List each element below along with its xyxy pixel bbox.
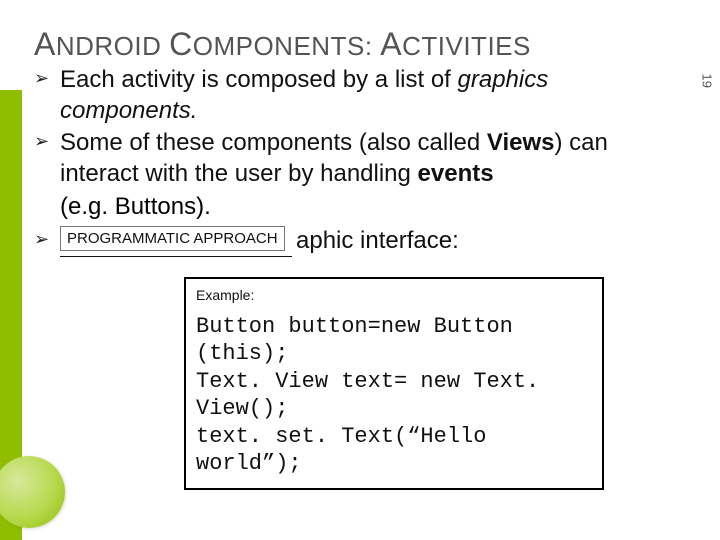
text: Some of these components (also called bbox=[60, 129, 487, 156]
slide-content: ANDROID COMPONENTS: ACTIVITIES Each acti… bbox=[34, 26, 700, 540]
slide-title: ANDROID COMPONENTS: ACTIVITIES bbox=[34, 26, 700, 63]
bullet-item: Each activity is composed by a list of g… bbox=[34, 65, 692, 126]
page-number: 19 bbox=[699, 74, 714, 88]
text: aphic interface: bbox=[296, 227, 459, 254]
text: Each activity is composed by a list of bbox=[60, 66, 458, 93]
approach-badge: PROGRAMMATIC APPROACH bbox=[60, 226, 285, 251]
bullet-item: Some of these components (also called Vi… bbox=[34, 128, 692, 189]
bullet-list: PROGRAMMATIC APPROACH aphic interface: bbox=[34, 226, 700, 257]
bullet-item: PROGRAMMATIC APPROACH aphic interface: bbox=[34, 226, 692, 257]
code-block: Button button=new Button (this); Text. V… bbox=[196, 313, 592, 478]
bullet-list: Each activity is composed by a list of g… bbox=[34, 65, 700, 190]
text-bold: events bbox=[418, 160, 494, 187]
text: . bbox=[191, 97, 198, 124]
text-bold: Views bbox=[487, 129, 555, 156]
bullet-subtext: (e.g. Buttons). bbox=[60, 192, 700, 222]
example-label: Example: bbox=[196, 287, 592, 303]
example-box: Example: Button button=new Button (this)… bbox=[184, 277, 604, 490]
